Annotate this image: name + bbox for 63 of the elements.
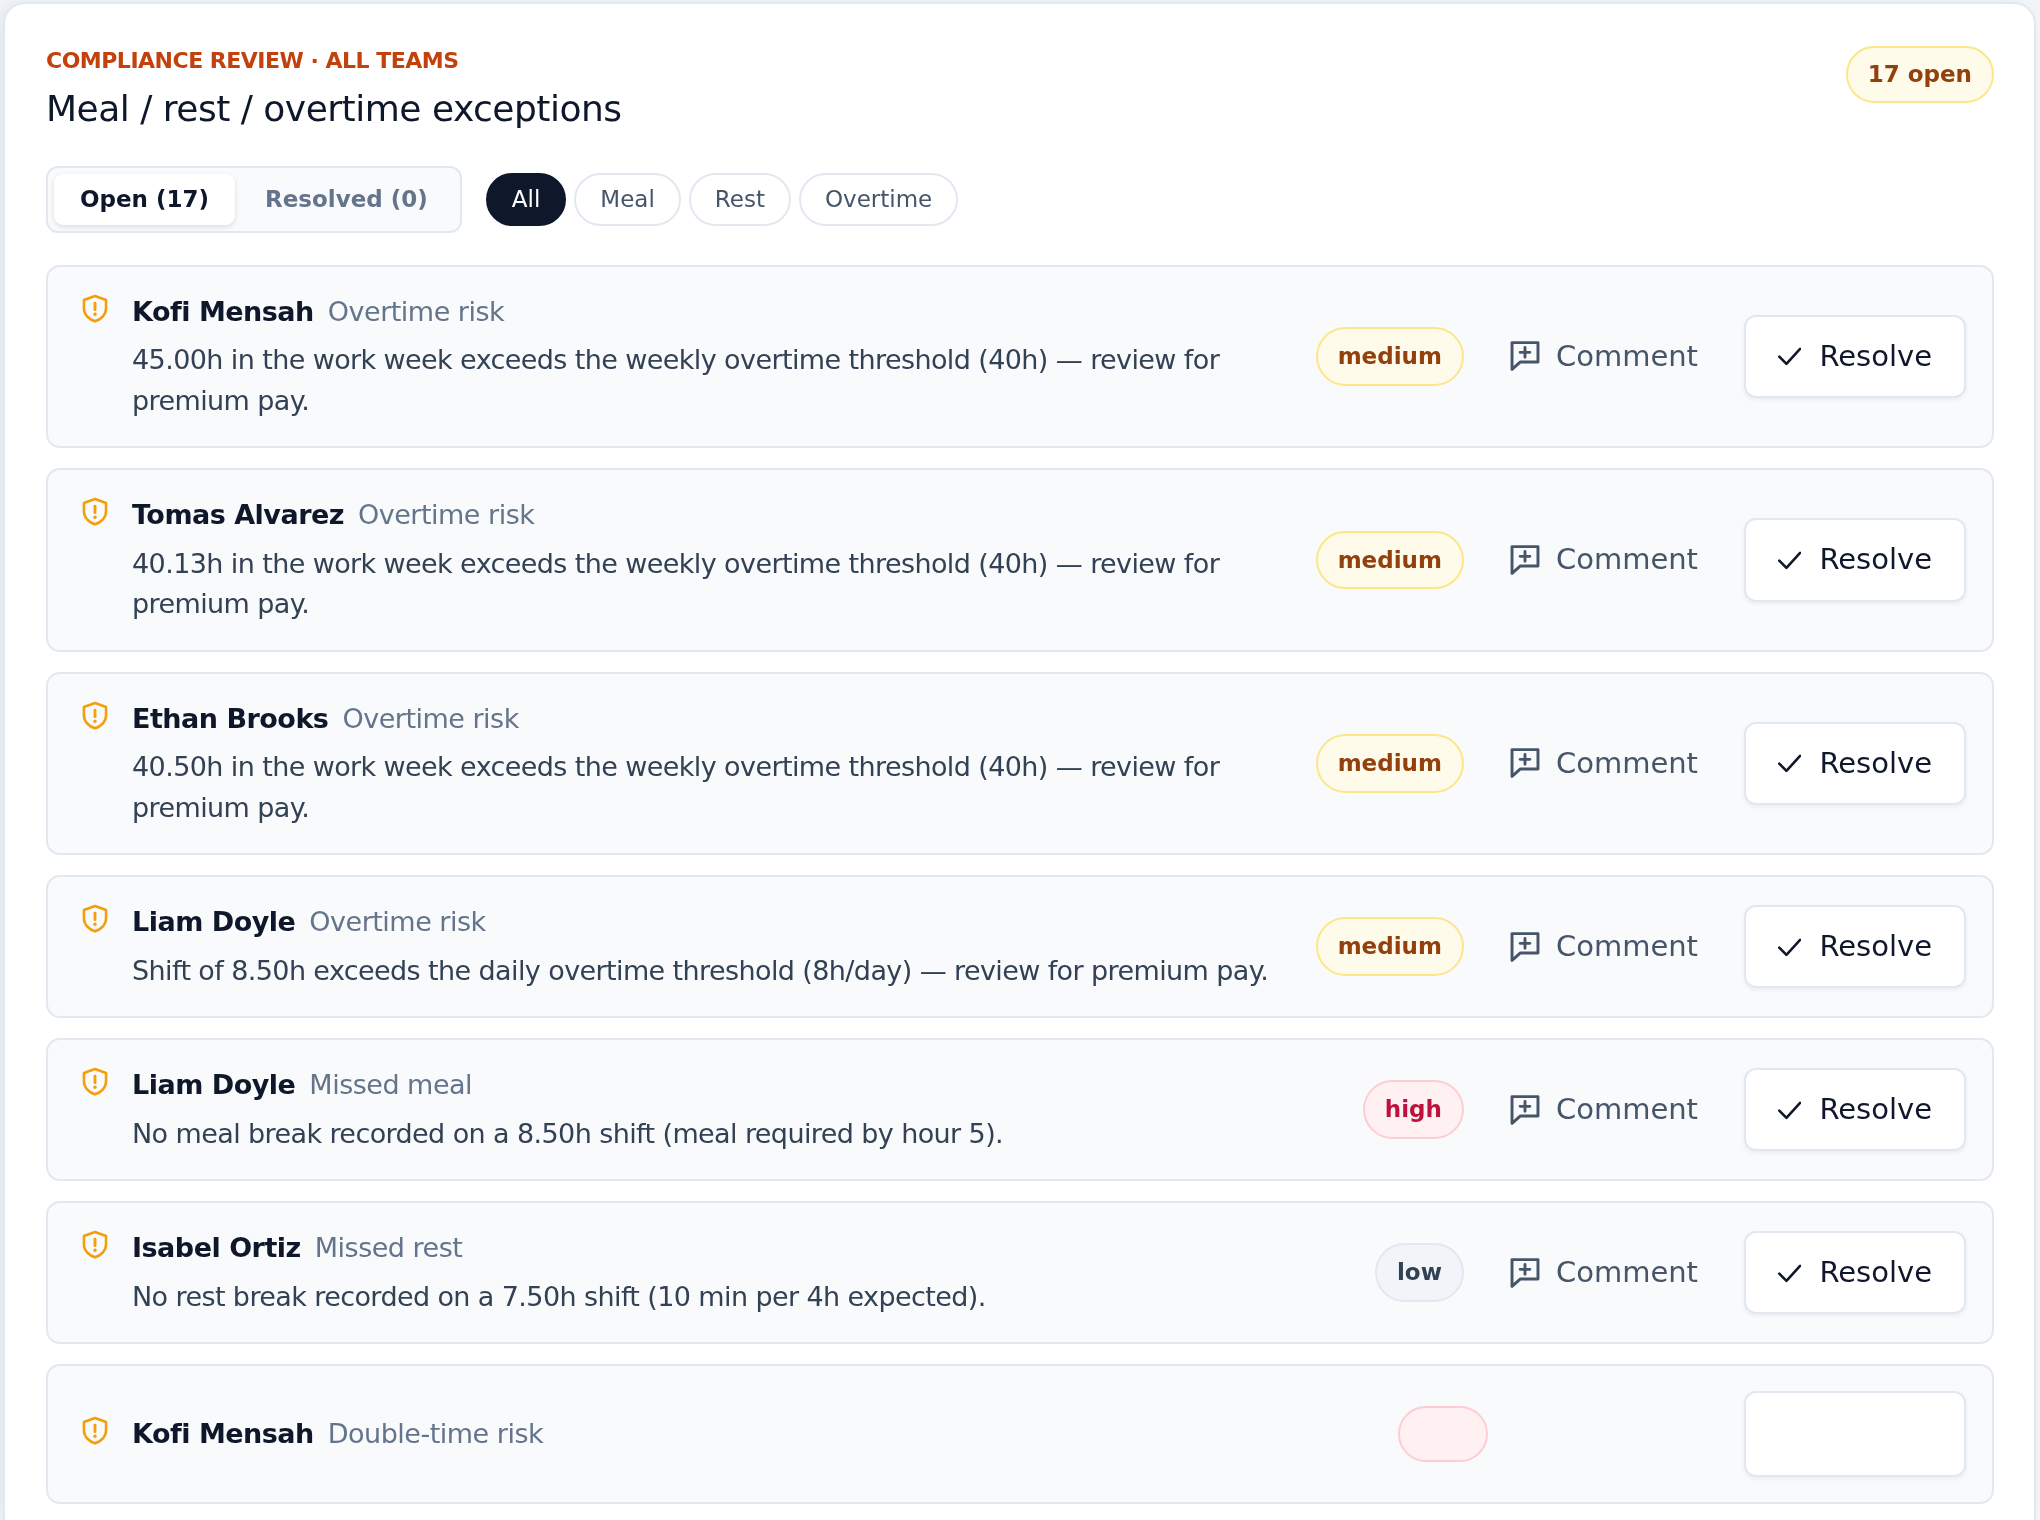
exception-type: Overtime risk: [342, 701, 519, 736]
severity-badge: medium: [1315, 734, 1464, 793]
resolve-button[interactable]: Resolve: [1744, 518, 1966, 602]
comment-plus-icon: [1509, 341, 1540, 372]
employee-name: Kofi Mensah: [132, 1416, 314, 1451]
check-icon: [1778, 345, 1802, 368]
shield-alert-icon: [82, 1230, 108, 1261]
comment-button[interactable]: Comment: [1501, 532, 1706, 588]
comment-button[interactable]: Comment: [1501, 1244, 1706, 1301]
employee-name: Isabel Ortiz: [132, 1231, 301, 1266]
severity-badge: medium: [1315, 327, 1464, 386]
resolve-button[interactable]: Resolve: [1744, 721, 1966, 806]
shield-alert-icon: [82, 1415, 108, 1446]
open-count: 17 open: [1845, 46, 1994, 103]
employee-name: Liam Doyle: [132, 905, 296, 940]
exception-type: Missed meal: [309, 1068, 473, 1103]
filter-chip[interactable]: Meal: [574, 173, 681, 226]
employee-name: Ethan Brooks: [132, 701, 329, 736]
shield-alert-icon: [82, 904, 108, 935]
exception-description: Shift of 8.50h exceeds the daily overtime threshold (8h/day) — review for premium pay.: [132, 953, 1269, 988]
page-title: Meal / rest / overtime exceptions: [46, 87, 622, 131]
resolve-button[interactable]: Resolve: [1744, 1067, 1966, 1152]
exception-description: 45.00h in the work week exceeds the weekly overtime threshold (40h) — review for premium pay.: [132, 343, 1221, 418]
section-eyebrow: COMPLIANCE REVIEW · ALL TEAMS: [46, 47, 460, 75]
exception-description: 40.13h in the work week exceeds the weekly overtime threshold (40h) — review for premium pay.: [132, 546, 1221, 622]
check-icon: [1778, 752, 1802, 775]
exception-type: Overtime risk: [309, 905, 486, 940]
filter-chip[interactable]: Rest: [688, 173, 791, 226]
employee-name: Tomas Alvarez: [132, 498, 345, 533]
comment-plus-icon: [1509, 544, 1540, 575]
filter-chip[interactable]: Overtime: [798, 173, 959, 226]
severity-badge: medium: [1315, 530, 1464, 590]
comment-button[interactable]: Comment: [1501, 1081, 1706, 1138]
status-tab[interactable]: Resolved (0): [239, 174, 454, 225]
comment-plus-icon: [1509, 1094, 1540, 1125]
filter-chip[interactable]: All: [485, 173, 567, 226]
exception-type: Overtime risk: [358, 498, 535, 533]
exception-description: 40.50h in the work week exceeds the weekly overtime threshold (40h) — review for premium pay.: [132, 750, 1221, 825]
severity-badge: high: [1362, 1080, 1464, 1139]
resolve-button[interactable]: Resolve: [1744, 1230, 1966, 1315]
shield-alert-icon: [82, 293, 108, 324]
exception-type: Missed rest: [314, 1231, 463, 1266]
exception-type: Double-time risk: [327, 1416, 544, 1451]
resolve-button[interactable]: Resolve: [1744, 314, 1966, 399]
severity-badge: medium: [1315, 917, 1464, 976]
comment-plus-icon: [1509, 931, 1540, 962]
resolve-button[interactable]: [1744, 1391, 1966, 1478]
shield-alert-icon: [82, 1067, 108, 1098]
status-tab[interactable]: Open (17): [54, 174, 236, 225]
exception-description: No meal break recorded on a 8.50h shift (meal required by hour 5).: [132, 1116, 1004, 1151]
employee-name: Liam Doyle: [132, 1068, 296, 1103]
comment-plus-icon: [1509, 748, 1540, 779]
comment-plus-icon: [1509, 1257, 1540, 1288]
employee-name: Kofi Mensah: [132, 294, 314, 329]
comment-button[interactable]: Comment: [1501, 328, 1706, 385]
shield-alert-icon: [82, 497, 108, 528]
severity-badge: low: [1374, 1243, 1464, 1302]
resolve-button[interactable]: Resolve: [1744, 904, 1966, 989]
exception-type: Overtime risk: [327, 294, 505, 329]
shield-alert-icon: [82, 700, 108, 731]
comment-button[interactable]: Comment: [1501, 735, 1706, 792]
exception-description: No rest break recorded on a 7.50h shift (10 min per 4h expected).: [132, 1279, 986, 1314]
comment-button[interactable]: Comment: [1501, 918, 1706, 975]
